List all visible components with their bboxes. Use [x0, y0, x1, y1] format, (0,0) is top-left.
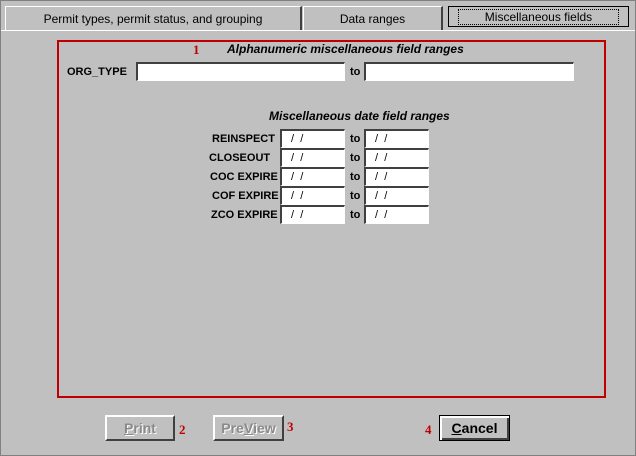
tab-data-ranges[interactable]: Data ranges [303, 6, 443, 30]
cof-expire-to-label: to [350, 190, 361, 202]
tab-permit-types-label: Permit types, permit status, and groupin… [43, 11, 263, 26]
print-button-label: rint [133, 420, 156, 436]
marker-4: 4 [425, 422, 432, 437]
preview-button[interactable]: Pre View [213, 415, 284, 441]
tab-miscellaneous-fields[interactable]: Miscellaneous fields [448, 6, 629, 27]
reinspect-to-input[interactable] [364, 129, 429, 148]
coc-expire-to-input[interactable] [364, 167, 429, 186]
tab-miscellaneous-fields-label: Miscellaneous fields [457, 8, 620, 25]
cof-expire-to-input[interactable] [364, 186, 429, 205]
org-type-label: ORG_TYPE [67, 66, 127, 78]
tab-permit-types[interactable]: Permit types, permit status, and groupin… [5, 6, 302, 30]
closeout-to-input[interactable] [364, 148, 429, 167]
org-type-to-label: to [350, 66, 361, 78]
org-type-from-input[interactable] [136, 62, 345, 81]
cancel-button-label: ancel [461, 420, 498, 436]
preview-button-mnemonic: V [243, 420, 254, 436]
tab-data-ranges-label: Data ranges [339, 11, 406, 26]
closeout-from-input[interactable] [280, 148, 345, 167]
report-window: Permit types, permit status, and groupin… [0, 0, 636, 456]
zco-expire-from-input[interactable] [280, 205, 345, 224]
zco-expire-to-input[interactable] [364, 205, 429, 224]
reinspect-to-label: to [350, 133, 361, 145]
closeout-label: CLOSEOUT [209, 152, 271, 164]
marker-1: 1 [193, 42, 200, 57]
print-button-mnemonic: P [124, 420, 134, 436]
coc-expire-label: COC EXPIRE [210, 171, 278, 183]
cancel-button-mnemonic: C [451, 420, 462, 436]
cof-expire-from-input[interactable] [280, 186, 345, 205]
closeout-to-label: to [350, 152, 361, 164]
cancel-button[interactable]: Cancel [439, 415, 510, 441]
marker-3: 3 [287, 419, 294, 434]
marker-2: 2 [179, 422, 186, 437]
preview-button-label-start: Pre [221, 420, 244, 436]
preview-button-label-end: iew [253, 420, 276, 436]
zco-expire-to-label: to [350, 209, 361, 221]
tab-divider [1, 30, 635, 31]
cof-expire-label: COF EXPIRE [212, 190, 279, 202]
coc-expire-to-label: to [350, 171, 361, 183]
reinspect-label: REINSPECT [212, 133, 275, 145]
coc-expire-from-input[interactable] [280, 167, 345, 186]
org-type-to-input[interactable] [364, 62, 574, 81]
reinspect-from-input[interactable] [280, 129, 345, 148]
date-section-heading: Miscellaneous date field ranges [269, 109, 450, 123]
zco-expire-label: ZCO EXPIRE [211, 209, 278, 221]
alpha-section-heading: Alphanumeric miscellaneous field ranges [227, 42, 464, 56]
print-button[interactable]: Print [105, 415, 175, 441]
